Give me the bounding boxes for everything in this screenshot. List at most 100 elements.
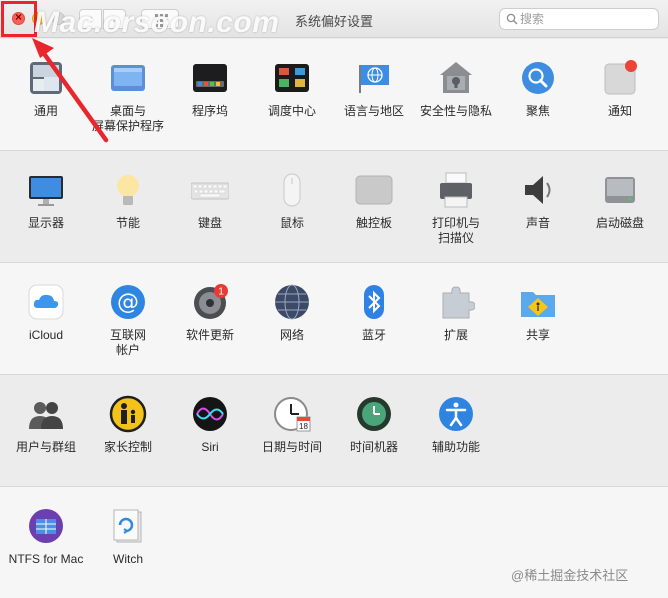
users-icon: [29, 402, 63, 429]
pref-label: Siri: [201, 440, 219, 454]
search-input[interactable]: [520, 11, 650, 27]
footer-watermark: @稀土掘金技术社区: [511, 568, 629, 583]
extensions-icon: [442, 286, 475, 319]
printer-icon: [440, 172, 472, 208]
pref-label: 互联网 帐户: [109, 328, 146, 357]
pref-internet-accounts[interactable]: @ 互联网 帐户: [88, 273, 168, 369]
pref-label: 家长控制: [103, 440, 152, 454]
pref-label: 调度中心: [267, 104, 316, 118]
spotlight-icon: [522, 62, 554, 94]
desktop-icon: [111, 65, 145, 91]
pref-label: 打印机与 扫描仪: [431, 216, 480, 245]
pref-accessibility[interactable]: 辅助功能: [416, 385, 496, 481]
pref-label: Witch: [113, 552, 143, 566]
pref-sharing[interactable]: 共享: [498, 273, 578, 369]
divider: [0, 486, 668, 487]
pref-printers-scanners[interactable]: 打印机与 扫描仪: [416, 161, 496, 257]
pref-icloud[interactable]: iCloud: [6, 273, 86, 369]
search-icon: [506, 13, 518, 25]
pref-startup-disk[interactable]: 启动磁盘: [580, 161, 660, 257]
sharing-icon: [521, 292, 555, 317]
pref-label: 软件更新: [185, 328, 234, 342]
ntfs-icon: [29, 509, 63, 543]
pref-label: 聚焦: [525, 104, 550, 118]
pref-label: 程序坞: [191, 104, 228, 118]
pref-mouse[interactable]: 鼠标: [252, 161, 332, 257]
pref-label: 节能: [115, 216, 140, 230]
pref-bluetooth[interactable]: 蓝牙: [334, 273, 414, 369]
pref-time-machine[interactable]: 时间机器: [334, 385, 414, 481]
pref-parental-controls[interactable]: 家长控制: [88, 385, 168, 481]
pref-label: 蓝牙: [361, 328, 386, 342]
pref-label: 网络: [279, 328, 304, 342]
pref-label: 声音: [525, 216, 550, 230]
witch-icon: [113, 509, 142, 543]
pref-label: 显示器: [27, 216, 64, 230]
pref-sound[interactable]: 声音: [498, 161, 578, 257]
icloud-icon: [28, 284, 64, 320]
pref-security-privacy[interactable]: 安全性与隐私: [416, 49, 496, 145]
pref-label: 通知: [607, 104, 632, 118]
pref-label: 鼠标: [279, 216, 304, 230]
watermark-text: Mac.orsoon.com: [34, 6, 280, 39]
time-machine-icon: [357, 397, 391, 431]
pref-label: 日期与时间: [261, 440, 322, 454]
network-icon: [275, 284, 309, 320]
search-field[interactable]: [499, 8, 659, 30]
divider: [0, 374, 668, 375]
pref-displays[interactable]: 显示器: [6, 161, 86, 257]
dock-icon: [193, 64, 227, 92]
divider: [0, 262, 668, 263]
svg-text:@: @: [117, 290, 139, 315]
mission-control-icon: [275, 64, 309, 92]
security-icon: [440, 62, 472, 93]
annotation-arrow: [32, 38, 109, 143]
pref-witch[interactable]: Witch: [88, 497, 168, 593]
pref-siri[interactable]: Siri: [170, 385, 250, 481]
title-bar: ‹ › 系统偏好设置 Mac.orsoon.com: [0, 0, 668, 39]
software-update-icon: 1: [194, 284, 228, 319]
pref-label: NTFS for Mac: [8, 552, 84, 566]
mouse-icon: [283, 173, 301, 207]
internet-accounts-icon: @: [111, 285, 145, 319]
pref-keyboard[interactable]: 键盘: [170, 161, 250, 257]
update-badge: 1: [218, 287, 224, 298]
siri-icon: [193, 397, 227, 431]
pref-dock[interactable]: 程序坞: [170, 49, 250, 145]
trackpad-icon: [355, 175, 393, 205]
pref-label: iCloud: [28, 328, 64, 342]
pref-mission-control[interactable]: 调度中心: [252, 49, 332, 145]
pref-date-time[interactable]: 18 日期与时间: [252, 385, 332, 481]
parental-controls-icon: [109, 395, 147, 433]
startup-disk-icon: [605, 177, 635, 203]
pref-language-region[interactable]: 语言与地区: [334, 49, 414, 145]
pref-spotlight[interactable]: 聚焦: [498, 49, 578, 145]
sound-icon: [525, 176, 551, 204]
energy-icon: [117, 175, 139, 205]
pref-notifications[interactable]: 通知: [580, 49, 660, 145]
bluetooth-icon: [364, 285, 384, 319]
pref-label: 触控板: [355, 216, 392, 230]
keyboard-icon: [191, 182, 229, 200]
pref-label: 扩展: [443, 328, 468, 342]
pref-label: 安全性与隐私: [419, 104, 492, 118]
pref-trackpad[interactable]: 触控板: [334, 161, 414, 257]
notifications-icon: [604, 60, 637, 95]
pref-ntfs-for-mac[interactable]: NTFS for Mac: [6, 497, 86, 593]
accessibility-icon: [439, 397, 473, 431]
pref-software-update[interactable]: 1 软件更新: [170, 273, 250, 369]
pref-label: 语言与地区: [343, 104, 404, 118]
pref-label: 辅助功能: [431, 440, 480, 454]
calendar-date: 18: [299, 422, 308, 431]
pref-label: 共享: [525, 328, 550, 342]
pref-energy-saver[interactable]: 节能: [88, 161, 168, 257]
pref-network[interactable]: 网络: [252, 273, 332, 369]
divider: [0, 150, 668, 151]
pref-label: 用户与群组: [15, 440, 76, 454]
pref-label: 键盘: [197, 216, 222, 230]
date-time-icon: 18: [274, 397, 311, 432]
language-icon: [359, 65, 389, 93]
pref-extensions[interactable]: 扩展: [416, 273, 496, 369]
display-icon: [29, 176, 63, 206]
pref-users-groups[interactable]: 用户与群组: [6, 385, 86, 481]
